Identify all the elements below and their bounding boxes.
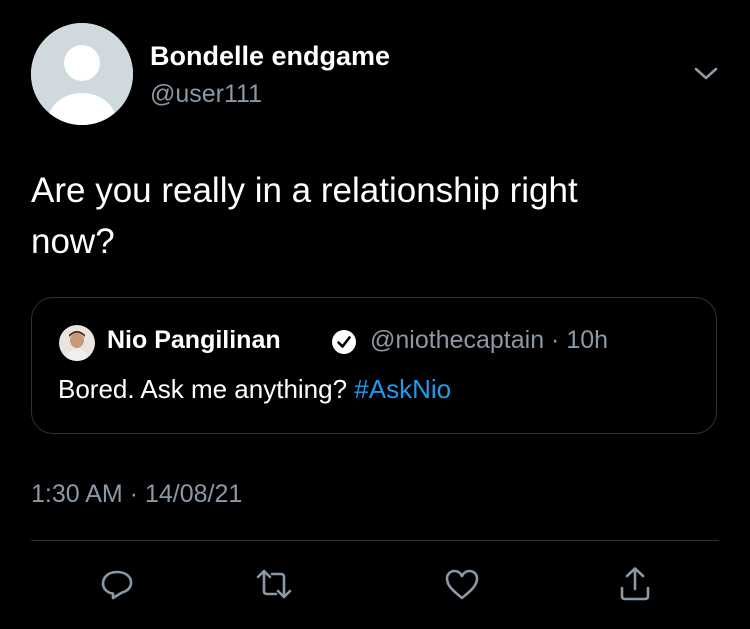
chevron-down-icon[interactable]: [692, 64, 720, 84]
quoted-handle-and-time: @niothecaptain · 10h: [370, 326, 609, 354]
quoted-text-body: Bored. Ask me anything?: [58, 374, 355, 404]
heart-icon[interactable]: [442, 564, 482, 604]
author-handle[interactable]: @user111: [150, 80, 262, 109]
tweet-timestamp[interactable]: 1:30 AM · 14/08/21: [31, 480, 242, 509]
author-name[interactable]: Bondelle endgame: [150, 41, 390, 72]
share-icon[interactable]: [615, 564, 655, 604]
hashtag-link[interactable]: #AskNio: [354, 374, 451, 404]
quoted-author-name[interactable]: Nio Pangilinan: [107, 326, 281, 355]
retweet-icon[interactable]: [254, 564, 294, 604]
reply-icon[interactable]: [97, 564, 137, 604]
default-avatar-icon: [31, 23, 133, 125]
avatar[interactable]: [31, 23, 133, 125]
tweet-text: Are you really in a relationship right n…: [31, 171, 578, 261]
quoted-tweet-text: Bored. Ask me anything? #AskNio: [58, 374, 451, 405]
divider: [31, 540, 719, 541]
quoted-tweet-card[interactable]: Nio Pangilinan @niothecaptain · 10h Bore…: [31, 297, 717, 434]
verified-badge-icon: [330, 328, 358, 356]
quoted-author-avatar[interactable]: [59, 325, 95, 361]
